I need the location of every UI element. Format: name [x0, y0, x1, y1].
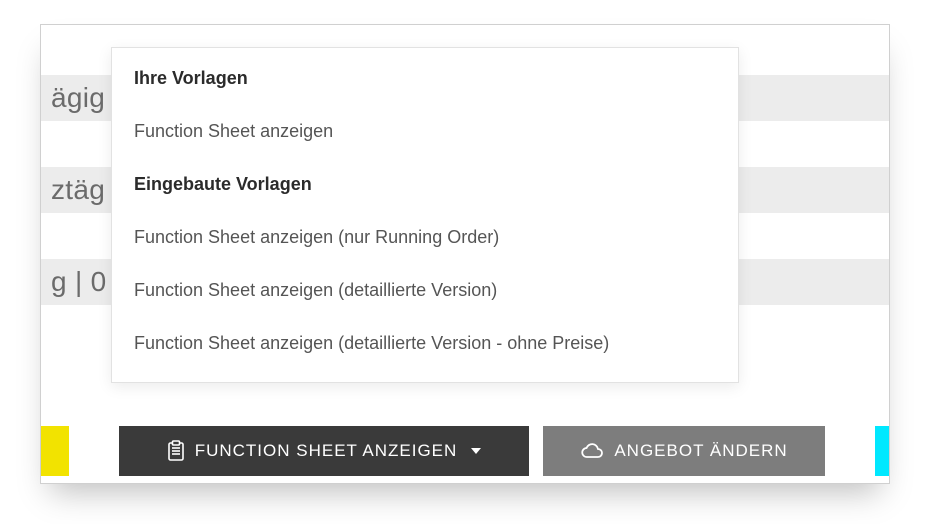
- cyan-accent: [875, 426, 889, 476]
- chevron-down-icon: [471, 448, 481, 454]
- dropdown-section-header: Ihre Vorlagen: [112, 52, 738, 105]
- dropdown-item-running-order[interactable]: Function Sheet anzeigen (nur Running Ord…: [112, 211, 738, 264]
- change-offer-button-label: ANGEBOT ÄNDERN: [614, 441, 787, 461]
- template-dropdown: Ihre Vorlagen Function Sheet anzeigen Ei…: [111, 47, 739, 383]
- change-offer-button[interactable]: ANGEBOT ÄNDERN: [543, 426, 825, 476]
- button-bar: FUNCTION SHEET ANZEIGEN ANGEBOT ÄNDERN: [41, 419, 889, 483]
- dropdown-item-detailed-no-price[interactable]: Function Sheet anzeigen (detaillierte Ve…: [112, 317, 738, 370]
- clipboard-icon: [167, 440, 185, 462]
- function-sheet-button[interactable]: FUNCTION SHEET ANZEIGEN: [119, 426, 529, 476]
- function-sheet-button-label: FUNCTION SHEET ANZEIGEN: [195, 441, 458, 461]
- dropdown-item-detailed[interactable]: Function Sheet anzeigen (detaillierte Ve…: [112, 264, 738, 317]
- dropdown-section-header: Eingebaute Vorlagen: [112, 158, 738, 211]
- app-card: ägig ztäg g | 0 Ihre Vorlagen Function S…: [40, 24, 890, 484]
- dropdown-item-show-function-sheet[interactable]: Function Sheet anzeigen: [112, 105, 738, 158]
- yellow-accent: [41, 426, 69, 476]
- cloud-icon: [580, 442, 604, 460]
